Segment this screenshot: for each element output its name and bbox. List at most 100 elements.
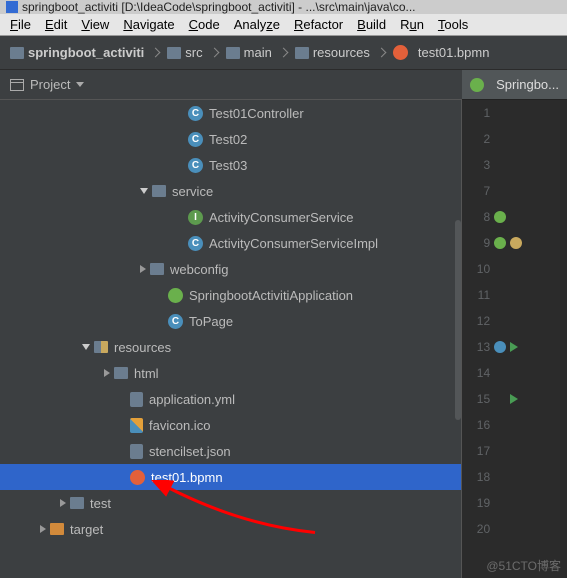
menu-tools[interactable]: Tools [432,15,474,34]
gutter-line[interactable]: 10 [462,256,567,282]
menu-run[interactable]: Run [394,15,430,34]
menu-analyze[interactable]: Analyze [228,15,286,34]
gutter-line[interactable]: 7 [462,178,567,204]
tree-item-class[interactable]: CActivityConsumerServiceImpl [0,230,461,256]
interface-icon: I [188,210,203,225]
json-file-icon [130,444,143,459]
ico-file-icon [130,418,143,433]
tree-label: test01.bpmn [151,470,223,485]
main-area: CTest01Controller CTest02 CTest03 servic… [0,100,567,578]
editor-tab[interactable]: Springbo... [462,70,567,100]
tree-item-package[interactable]: webconfig [0,256,461,282]
crumb-label: test01.bpmn [418,45,490,60]
tree-item-class[interactable]: CToPage [0,308,461,334]
gutter-spring-icon[interactable] [494,237,506,249]
gutter-line[interactable]: 16 [462,412,567,438]
package-icon [152,185,166,197]
crumb-main[interactable]: main [222,43,276,62]
gutter-line[interactable]: 19 [462,490,567,516]
gutter-line[interactable]: 15 [462,386,567,412]
expand-arrow-icon[interactable] [140,265,146,273]
menu-code[interactable]: Code [183,15,226,34]
window-titlebar: springboot_activiti [D:\IdeaCode\springb… [0,0,567,14]
package-icon [150,263,164,275]
project-view-selector[interactable]: Project [30,77,84,92]
tree-label: ActivityConsumerService [209,210,354,225]
tree-label: favicon.ico [149,418,210,433]
crumb-project-label: springboot_activiti [28,45,144,60]
gutter: 1 2 3 7 8 9 10 11 12 13 14 15 16 17 18 1… [462,100,567,542]
tool-window-icon[interactable] [10,79,24,91]
gutter-line[interactable]: 14 [462,360,567,386]
folder-icon [114,367,128,379]
crumb-label: main [244,45,272,60]
tree-item-package[interactable]: service [0,178,461,204]
dropdown-icon [76,82,84,87]
tree-item-target[interactable]: target [0,516,461,542]
gutter-line[interactable]: 11 [462,282,567,308]
tree-label: SpringbootActivitiApplication [189,288,353,303]
crumb-resources[interactable]: resources [291,43,374,62]
tree-label: ToPage [189,314,233,329]
gutter-spring-icon[interactable] [494,211,506,223]
crumb-file[interactable]: test01.bpmn [389,43,494,62]
gutter-line[interactable]: 18 [462,464,567,490]
tree-label: test [90,496,111,511]
class-icon: C [188,132,203,147]
tree-label: service [172,184,213,199]
expand-arrow-icon[interactable] [82,344,90,350]
crumb-src[interactable]: src [163,43,206,62]
tree-item-interface[interactable]: I ActivityConsumerService [0,204,461,230]
tree-item-class[interactable]: CTest01Controller [0,100,461,126]
gutter-line[interactable]: 1 [462,100,567,126]
scrollbar[interactable] [455,220,461,420]
expand-arrow-icon[interactable] [104,369,110,377]
menu-bar: File Edit View Navigate Code Analyze Ref… [0,14,567,36]
tree-label: Test01Controller [209,106,304,121]
menu-view[interactable]: View [75,15,115,34]
editor-tab-label: Springbo... [496,77,559,92]
resources-folder-icon [94,341,108,353]
menu-build[interactable]: Build [351,15,392,34]
project-tree[interactable]: CTest01Controller CTest02 CTest03 servic… [0,100,461,578]
gutter-class-icon[interactable] [494,341,506,353]
gutter-line[interactable]: 20 [462,516,567,542]
chevron-icon [151,48,161,58]
menu-edit[interactable]: Edit [39,15,73,34]
gutter-line[interactable]: 3 [462,152,567,178]
tree-item-yml[interactable]: application.yml [0,386,461,412]
gutter-line[interactable]: 13 [462,334,567,360]
tree-item-json[interactable]: stencilset.json [0,438,461,464]
tree-item-class[interactable]: CTest03 [0,152,461,178]
tree-item-class[interactable]: CTest02 [0,126,461,152]
tree-item-springapp[interactable]: SpringbootActivitiApplication [0,282,461,308]
tree-label: html [134,366,159,381]
run-icon[interactable] [510,342,518,352]
tree-item-bpmn-selected[interactable]: test01.bpmn [0,464,461,490]
tree-item-folder[interactable]: html [0,360,461,386]
gutter-line[interactable]: 2 [462,126,567,152]
project-icon [10,47,24,59]
expand-arrow-icon[interactable] [40,525,46,533]
menu-navigate[interactable]: Navigate [117,15,180,34]
expand-arrow-icon[interactable] [60,499,66,507]
crumb-project[interactable]: springboot_activiti [6,43,148,62]
folder-icon [167,47,181,59]
gutter-bean-icon[interactable] [510,237,522,249]
run-icon[interactable] [510,394,518,404]
gutter-line[interactable]: 17 [462,438,567,464]
menu-file[interactable]: File [4,15,37,34]
gutter-line[interactable]: 8 [462,204,567,230]
gutter-line[interactable]: 12 [462,308,567,334]
folder-icon [226,47,240,59]
menu-refactor[interactable]: Refactor [288,15,349,34]
spring-icon [470,78,484,92]
project-view-label: Project [30,77,70,92]
tree-label: stencilset.json [149,444,231,459]
yml-file-icon [130,392,143,407]
tree-item-resources[interactable]: resources [0,334,461,360]
gutter-line[interactable]: 9 [462,230,567,256]
expand-arrow-icon[interactable] [140,188,148,194]
tree-item-ico[interactable]: favicon.ico [0,412,461,438]
tree-item-folder[interactable]: test [0,490,461,516]
